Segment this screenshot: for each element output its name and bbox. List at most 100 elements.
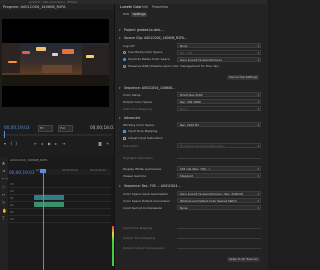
viewer-gamma-label: Viewer Gamma bbox=[123, 174, 146, 178]
output-color-space-label: Output Color Space bbox=[123, 100, 153, 104]
timecode-row: 00;00;19;03 Fit Full 00;00;18;03 bbox=[0, 124, 116, 132]
color-setup-dropdown[interactable]: Direct Rec.2100 bbox=[177, 92, 261, 97]
input-tone-mapping-slider[interactable] bbox=[177, 228, 261, 229]
project-heading: Project: graded-to-deb-... bbox=[124, 28, 165, 32]
track-a1[interactable]: A1 bbox=[9, 202, 114, 209]
mark-out-icon[interactable]: } bbox=[15, 141, 18, 146]
saturation-dropdown[interactable]: Fit Input Color Space Saturation bbox=[177, 143, 261, 148]
highlight-saturation-label: Highlight Saturation bbox=[123, 156, 154, 160]
timeline-timecode[interactable]: 00;00;19;03 bbox=[9, 170, 35, 175]
track-a2[interactable]: A2 bbox=[9, 209, 114, 216]
razor-tool-icon[interactable]: ◇ bbox=[2, 185, 6, 189]
type-tool-icon[interactable]: T bbox=[2, 217, 6, 221]
checkbox-label: Adjust Input Saturation bbox=[128, 136, 163, 140]
slip-tool-icon[interactable]: ↔ bbox=[2, 193, 6, 197]
export-frame-icon[interactable]: ◙ bbox=[98, 141, 102, 146]
program-monitor-header: Program: A001C004_140608_R2FA bbox=[0, 4, 114, 10]
output-conversion-value: Working and Output Color Spaces Match bbox=[177, 198, 261, 203]
display-luminance-dropdown[interactable]: 203 nits (Rec. 709 ...) bbox=[177, 166, 261, 171]
gamut-compression-dropdown[interactable]: None bbox=[177, 205, 261, 210]
output-tone-mapping-slider[interactable] bbox=[177, 238, 261, 239]
track-label: A2 bbox=[10, 210, 14, 214]
subtab-edit[interactable]: Edit bbox=[121, 12, 131, 17]
output-gamut-compression-slider[interactable] bbox=[177, 248, 261, 249]
collapse-icon[interactable]: ▾ bbox=[119, 36, 121, 40]
track-select-icon[interactable]: ⇉ bbox=[2, 169, 6, 173]
log-lut-dropdown[interactable]: None bbox=[177, 43, 261, 48]
adjust-saturation-checkbox[interactable] bbox=[123, 137, 126, 140]
input-tone-mapping-label: Input Tone Mapping bbox=[123, 226, 153, 230]
track-v2[interactable]: V2 bbox=[9, 188, 114, 195]
timeline-playhead[interactable] bbox=[43, 169, 44, 270]
add-button-icon[interactable]: + bbox=[106, 141, 109, 146]
collapse-icon[interactable]: ▾ bbox=[119, 116, 121, 120]
step-forward-icon[interactable]: ▸ bbox=[55, 141, 57, 146]
audio-clip[interactable] bbox=[34, 202, 64, 207]
monitor-playhead[interactable] bbox=[4, 131, 5, 138]
quality-select[interactable]: Full bbox=[58, 125, 73, 132]
radio-override-color-space[interactable] bbox=[123, 58, 126, 61]
go-to-in-icon[interactable]: ⇤ bbox=[34, 141, 37, 146]
ruler-mark: 00;00;08;00 bbox=[62, 169, 78, 172]
ripple-edit-icon[interactable]: ⟷ bbox=[2, 177, 8, 181]
video-clip[interactable] bbox=[34, 195, 64, 200]
input-assumption-label: Color Space Input Assumption bbox=[123, 192, 169, 196]
zoom-select[interactable]: Fit bbox=[38, 125, 53, 132]
output-conversion-label: Color Space Output Conversion bbox=[123, 199, 171, 203]
export-section: Sequence: Rec. 709 ... A001C004 ... bbox=[124, 184, 182, 188]
mark-in-icon[interactable]: { bbox=[10, 141, 13, 146]
program-monitor-title[interactable]: Program: A001C004_140608_R2FA bbox=[3, 4, 66, 10]
radio-media-color-space[interactable] bbox=[123, 51, 126, 54]
viewer-gamma-dropdown[interactable]: Standard bbox=[177, 173, 261, 178]
media-color-space-dropdown[interactable]: Rec. 709 bbox=[177, 50, 261, 55]
saturation-label: Saturation bbox=[123, 144, 139, 148]
tab-properties[interactable]: Properties bbox=[152, 4, 168, 10]
selection-tool-icon[interactable]: ▲ bbox=[2, 161, 6, 165]
output-color-space-dropdown[interactable]: Rec. 709 (SDR) bbox=[177, 99, 261, 104]
apply-to-all-button[interactable]: Apply to All (Source) bbox=[227, 257, 260, 262]
collapse-icon[interactable]: ▾ bbox=[119, 86, 121, 90]
playhead-timecode[interactable]: 00;00;19;03 bbox=[4, 125, 30, 130]
gamut-compression-label: Input Gamut Compression bbox=[123, 206, 163, 210]
marker-icon[interactable]: ▾ bbox=[4, 141, 6, 146]
source-clip-settings-button[interactable]: Source Clip Settings bbox=[227, 75, 260, 80]
radio-label: Preserve RGB (Disable input color manage… bbox=[128, 64, 219, 68]
working-color-space-label: Working Color Space bbox=[123, 123, 155, 127]
subtab-settings[interactable]: Settings bbox=[131, 12, 148, 17]
panel-tabs: Lumetri Color Info Properties bbox=[115, 4, 268, 10]
track-v3[interactable]: V3 bbox=[9, 181, 114, 188]
checkbox-label: Input Tone Mapping bbox=[128, 129, 158, 133]
time-ruler[interactable]: 00;00 00;00;08;00 00;00;16;00 bbox=[34, 169, 114, 175]
auto-tone-mapping-label: Auto Tone Mapping bbox=[123, 107, 152, 111]
override-color-space-dropdown[interactable]: Sony S-Log3 (S-Gamut3.Cine) bbox=[177, 57, 261, 62]
radio-preserve-rgb[interactable] bbox=[123, 65, 126, 68]
track-v1[interactable]: V1 bbox=[9, 195, 114, 202]
output-tone-mapping-label: Output Tone Mapping bbox=[123, 236, 156, 240]
tab-lumetri-color[interactable]: Lumetri Color bbox=[120, 4, 142, 10]
collapse-icon[interactable]: ▾ bbox=[119, 184, 121, 188]
premiere-window: graded - deb-selected-s - Edited Program… bbox=[0, 0, 268, 270]
highlight-saturation-slider[interactable] bbox=[177, 158, 261, 159]
video-preview[interactable] bbox=[2, 19, 109, 107]
output-gamut-compression-label: Output Gamut Compression bbox=[123, 246, 165, 250]
input-tone-mapping-checkbox[interactable] bbox=[123, 130, 126, 133]
log-lut-label: Log LUT bbox=[123, 44, 135, 48]
pen-tool-icon[interactable]: ✎ bbox=[2, 201, 6, 205]
color-setup-label: Color Setup bbox=[123, 93, 141, 97]
hand-tool-icon[interactable]: ✋ bbox=[2, 209, 7, 213]
track-a3[interactable]: A3 bbox=[9, 216, 114, 223]
tab-info[interactable]: Info bbox=[142, 4, 148, 10]
track-label: A1 bbox=[10, 203, 14, 207]
working-color-space-dropdown[interactable]: Rec. 2100 PQ bbox=[177, 122, 261, 127]
auto-tone-mapping-dropdown[interactable]: None bbox=[177, 106, 261, 111]
tools-panel: ▲ ⇉ ⟷ ◇ ↔ ✎ ✋ T bbox=[0, 157, 8, 270]
scrub-bar[interactable] bbox=[2, 134, 112, 136]
radio-label: Override Media Color Space bbox=[128, 57, 170, 61]
step-back-icon[interactable]: ◂ bbox=[41, 141, 43, 146]
go-to-out-icon[interactable]: ⇥ bbox=[62, 141, 65, 146]
sequence-tab[interactable]: A001C004_140608_R2FA bbox=[10, 158, 48, 162]
input-assumption-value: Sony S-Log3 (S-Gamut3.Cine) - Rec. 2100 … bbox=[177, 191, 261, 196]
play-icon[interactable]: ▶ bbox=[48, 141, 51, 146]
lumetri-panel: Lumetri Color Info Properties Edit Setti… bbox=[114, 4, 268, 270]
collapse-icon[interactable]: ▾ bbox=[119, 28, 121, 32]
